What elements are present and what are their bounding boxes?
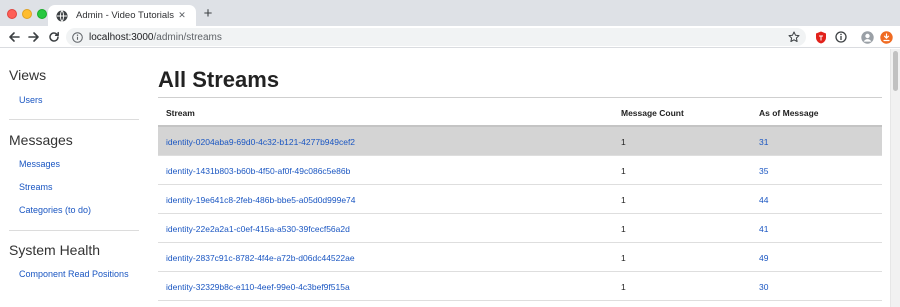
message-count: 1 (621, 137, 626, 147)
stream-link[interactable]: identity-32329b8c-e110-4eef-99e0-4c3bef9… (166, 282, 350, 292)
sidebar-heading-messages: Messages (9, 132, 73, 148)
message-count: 1 (621, 224, 626, 234)
sidebar-item-categories[interactable]: Categories (to do) (19, 205, 91, 215)
as-of-message-link[interactable]: 41 (759, 224, 768, 234)
url-path: /admin/streams (153, 31, 222, 43)
column-header-stream: Stream (166, 108, 195, 118)
sidebar-heading-system-health: System Health (9, 242, 101, 258)
message-count: 1 (621, 166, 626, 176)
shield-extension-icon[interactable] (814, 30, 828, 44)
sidebar-item-component-read-positions[interactable]: Component Read Positions (19, 269, 129, 279)
message-count: 1 (621, 253, 626, 263)
page-content: Views Users Messages Messages Streams Ca… (0, 49, 890, 307)
minimize-window-button[interactable] (22, 9, 32, 19)
stream-link[interactable]: identity-0204aba9-69d0-4c32-b121-4277b94… (166, 137, 355, 147)
stream-link[interactable]: identity-22e2a2a1-c0ef-415a-a530-39fcecf… (166, 224, 350, 234)
stream-link[interactable]: identity-1431b803-b60b-4f50-af0f-49c086c… (166, 166, 350, 176)
sidebar-heading-views: Views (9, 67, 47, 83)
sidebar-item-streams[interactable]: Streams (19, 182, 53, 192)
forward-button[interactable] (26, 29, 42, 45)
arrow-right-icon (28, 32, 39, 42)
sidebar-item-messages[interactable]: Messages (19, 159, 60, 169)
stream-link[interactable]: identity-19e641c8-2feb-486b-bbe5-a05d0d9… (166, 195, 356, 205)
sidebar-divider (9, 119, 139, 120)
as-of-message-link[interactable]: 30 (759, 282, 768, 292)
streams-table: Stream Message Count As of Message ident… (158, 98, 882, 301)
arrow-left-icon (9, 32, 20, 42)
table-row: identity-1431b803-b60b-4f50-af0f-49c086c… (158, 156, 882, 185)
browser-menu-icon[interactable] (879, 30, 893, 44)
sidebar-item-users[interactable]: Users (19, 95, 43, 105)
message-count: 1 (621, 282, 626, 292)
star-icon[interactable] (788, 31, 800, 43)
browser-tab-bar: Admin - Video Tutorials ✕ + (0, 0, 900, 26)
reload-icon (49, 31, 59, 42)
page-title: All Streams (158, 67, 280, 92)
info-circle-extension-icon[interactable] (834, 30, 848, 44)
reload-button[interactable] (46, 29, 62, 45)
back-button[interactable] (6, 29, 22, 45)
column-header-message-count: Message Count (621, 108, 684, 118)
as-of-message-link[interactable]: 49 (759, 253, 768, 263)
scrollbar-thumb[interactable] (893, 51, 898, 91)
browser-toolbar: localhost:3000/admin/streams (0, 26, 900, 48)
close-window-button[interactable] (7, 9, 17, 19)
table-row: identity-19e641c8-2feb-486b-bbe5-a05d0d9… (158, 185, 882, 214)
table-row: identity-22e2a2a1-c0ef-415a-a530-39fcecf… (158, 214, 882, 243)
vertical-scrollbar[interactable] (890, 49, 900, 307)
close-tab-icon[interactable]: ✕ (176, 10, 188, 21)
as-of-message-link[interactable]: 35 (759, 166, 768, 176)
column-header-as-of-message: As of Message (759, 108, 819, 118)
url-text: localhost:3000/admin/streams (89, 32, 222, 43)
sidebar: Views Users Messages Messages Streams Ca… (0, 49, 140, 307)
tab-title: Admin - Video Tutorials (76, 10, 175, 21)
as-of-message-link[interactable]: 31 (759, 137, 768, 147)
profile-avatar-icon[interactable] (860, 30, 874, 44)
window-controls (7, 9, 47, 19)
maximize-window-button[interactable] (37, 9, 47, 19)
stream-link[interactable]: identity-2837c91c-8782-4f4e-a72b-d06dc44… (166, 253, 355, 263)
globe-icon (56, 9, 68, 22)
info-icon[interactable] (72, 31, 83, 43)
table-row: identity-0204aba9-69d0-4c32-b121-4277b94… (158, 127, 882, 156)
message-count: 1 (621, 195, 626, 205)
table-row: identity-2837c91c-8782-4f4e-a72b-d06dc44… (158, 243, 882, 272)
url-host: localhost:3000 (89, 31, 154, 43)
new-tab-button[interactable]: + (200, 5, 216, 23)
sidebar-divider (9, 230, 139, 231)
address-bar[interactable]: localhost:3000/admin/streams (66, 28, 806, 46)
table-header: Stream Message Count As of Message (158, 98, 882, 127)
browser-tab[interactable]: Admin - Video Tutorials ✕ (48, 5, 196, 26)
as-of-message-link[interactable]: 44 (759, 195, 768, 205)
table-row: identity-32329b8c-e110-4eef-99e0-4c3bef9… (158, 272, 882, 301)
